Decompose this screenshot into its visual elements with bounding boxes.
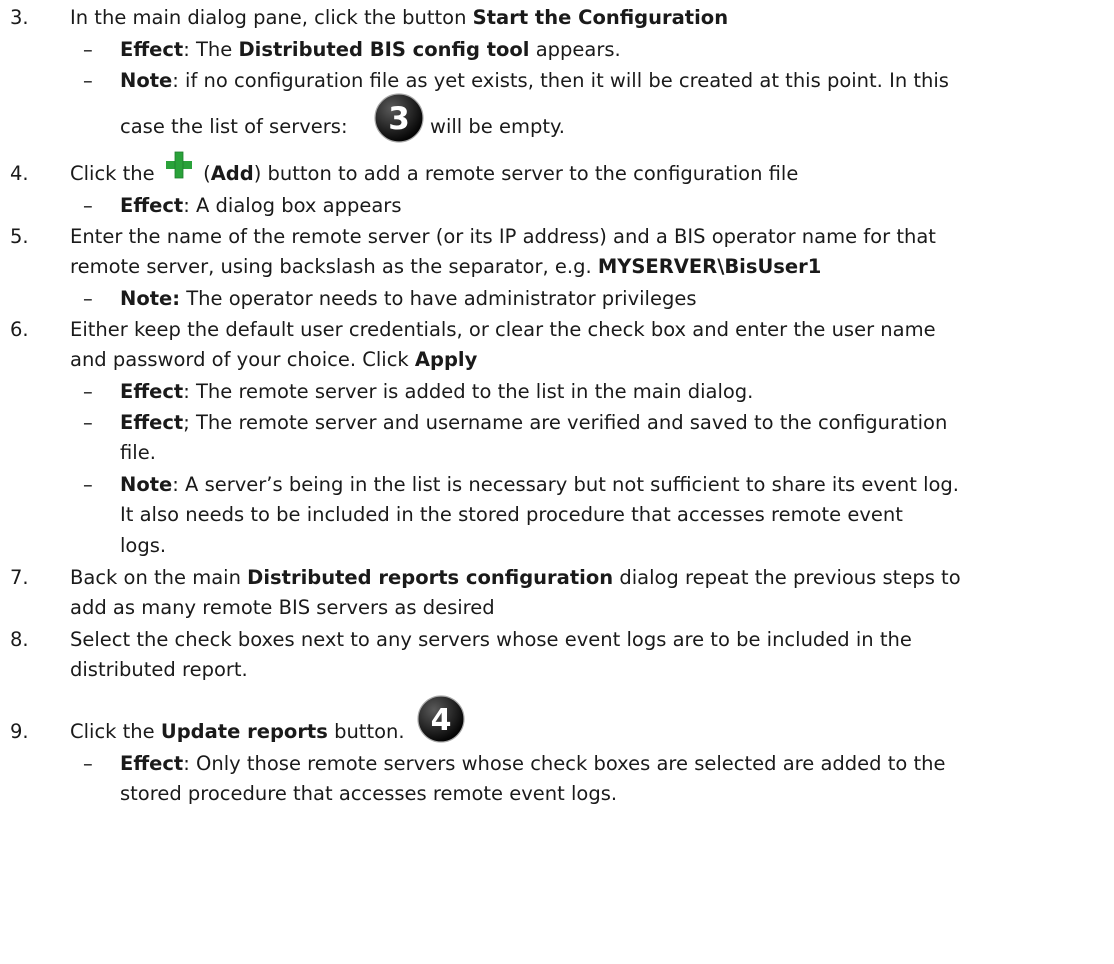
bullet-dash: – [83, 752, 93, 775]
step-text: Enter the name of the remote server (or … [70, 225, 936, 248]
bullet-text-end: will be empty. [430, 115, 565, 138]
bullet-text: Effect: The Distributed BIS config tool … [120, 38, 621, 61]
step-text: Click the Update reports button. [70, 720, 405, 743]
step-number: 4. [10, 162, 29, 185]
bullet-text: Effect; The remote server and username a… [120, 411, 948, 434]
bullet-text: Note: if no configuration file as yet ex… [120, 69, 949, 92]
step-text: Back on the main Distributed reports con… [70, 566, 961, 589]
step-number: 3. [10, 6, 29, 29]
bullet-dash: – [83, 473, 93, 496]
bullet-dash: – [83, 380, 93, 403]
step-text: Either keep the default user credentials… [70, 318, 936, 341]
bullet-dash: – [83, 69, 93, 92]
badge-3-icon: 3 [373, 92, 425, 153]
bullet-text-continued: logs. [120, 534, 167, 557]
step-number: 7. [10, 566, 29, 589]
bullet-text-continued: stored procedure that accesses remote ev… [120, 782, 618, 805]
step-text-continued: remote server, using backslash as the se… [70, 255, 822, 278]
bullet-dash: – [83, 411, 93, 434]
bullet-text-continued: It also needs to be included in the stor… [120, 503, 903, 526]
step-number: 8. [10, 628, 29, 651]
step-text: Select the check boxes next to any serve… [70, 628, 912, 651]
bullet-text: Effect: A dialog box appears [120, 194, 402, 217]
step-text-continued: distributed report. [70, 658, 248, 681]
bullet-text: Effect: Only those remote servers whose … [120, 752, 946, 775]
add-plus-icon [161, 146, 197, 182]
badge-4-icon: 4 [416, 694, 466, 753]
step-text: Click the (Add) button to add a remote s… [70, 151, 798, 189]
bullet-text: Effect: The remote server is added to th… [120, 380, 754, 403]
step-text: In the main dialog pane, click the butto… [70, 6, 729, 29]
badge-3-number: 3 [388, 101, 410, 137]
step-number: 6. [10, 318, 29, 341]
bullet-text-continued: file. [120, 441, 156, 464]
step-text-continued: add as many remote BIS servers as desire… [70, 596, 495, 619]
step-text-continued: and password of your choice. Click Apply [70, 348, 478, 371]
badge-4-number: 4 [431, 703, 452, 738]
bullet-text: Note: A server’s being in the list is ne… [120, 473, 960, 496]
bullet-dash: – [83, 38, 93, 61]
bullet-text: Note: The operator needs to have adminis… [120, 287, 697, 310]
bullet-dash: – [83, 287, 93, 310]
bullet-text-continued: case the list of servers: [120, 115, 348, 138]
step-number: 5. [10, 225, 29, 248]
step-number: 9. [10, 720, 29, 743]
bullet-dash: – [83, 194, 93, 217]
